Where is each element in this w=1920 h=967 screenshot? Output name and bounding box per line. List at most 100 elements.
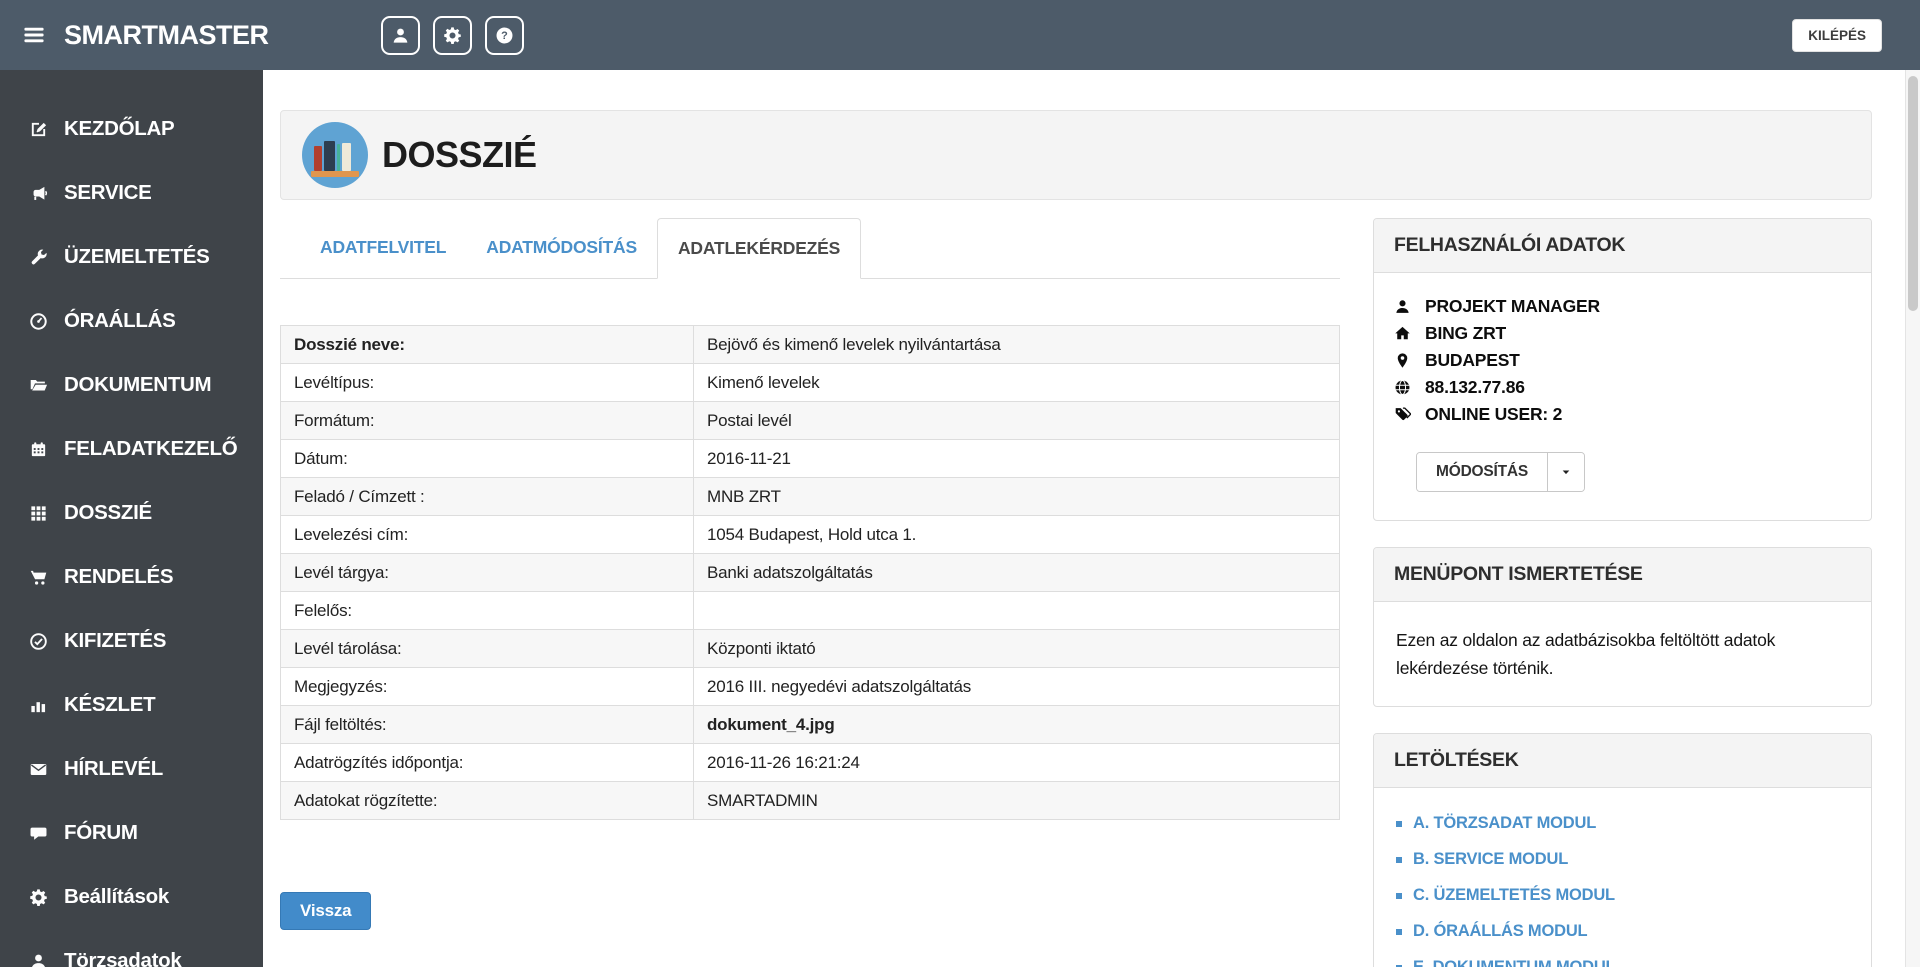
record-label: Feladó / Címzett : bbox=[280, 477, 694, 516]
user-info-item: BUDAPEST bbox=[1394, 347, 1851, 374]
record-row: Feladó / Címzett : MNB ZRT bbox=[280, 477, 1340, 516]
profile-button[interactable] bbox=[380, 15, 420, 55]
sidebar-item[interactable]: FÓRUM bbox=[0, 801, 263, 865]
download-link[interactable]: B. SERVICE MODUL bbox=[1413, 850, 1568, 869]
record-row: Adatokat rögzítette: SMARTADMIN bbox=[280, 781, 1340, 820]
sidebar-item[interactable]: Törzsadatok bbox=[0, 929, 263, 967]
sidebar-item-label: RENDELÉS bbox=[64, 565, 174, 588]
user-info-text: BING ZRT bbox=[1425, 323, 1507, 343]
bullet-icon bbox=[1396, 856, 1402, 863]
sidebar-item[interactable]: DOKUMENTUM bbox=[0, 353, 263, 417]
page-header: DOSSZIÉ bbox=[280, 110, 1872, 200]
record-row: Megjegyzés: 2016 III. negyedévi adatszol… bbox=[280, 667, 1340, 706]
record-value: MNB ZRT bbox=[693, 477, 1340, 516]
downloads-list: A. TÖRZSADAT MODUL B. SERVICE MODUL C. Ü… bbox=[1394, 808, 1851, 967]
sidebar-item[interactable]: KEZDŐLAP bbox=[0, 97, 263, 161]
sidebar-item-label: ÜZEMELTETÉS bbox=[64, 245, 210, 268]
check-circle-icon bbox=[25, 632, 51, 651]
record-label: Adatrögzítés időpontja: bbox=[280, 743, 694, 782]
modify-dropdown-toggle[interactable] bbox=[1547, 453, 1585, 491]
right-column: FELHASZNÁLÓI ADATOK PROJEKT MANAGER BING… bbox=[1373, 218, 1872, 967]
user-info-list: PROJEKT MANAGER BING ZRT BUDAPEST 88.132… bbox=[1394, 293, 1851, 428]
record-label: Levéltípus: bbox=[280, 363, 694, 402]
settings-button[interactable] bbox=[432, 15, 472, 55]
record-row: Adatrögzítés időpontja: 2016-11-26 16:21… bbox=[280, 743, 1340, 782]
record-row: Levelezési cím: 1054 Budapest, Hold utca… bbox=[280, 515, 1340, 554]
help-button[interactable]: ? bbox=[484, 15, 524, 55]
top-navbar: SMARTMASTER ? KILÉPÉS bbox=[0, 0, 1920, 70]
globe-icon bbox=[1394, 379, 1416, 396]
tab[interactable]: ADATLEKÉRDEZÉS bbox=[656, 218, 862, 279]
menu-toggle-icon[interactable] bbox=[22, 23, 46, 47]
user-info-item: PROJEKT MANAGER bbox=[1394, 293, 1851, 320]
sidebar-item-label: KÉSZLET bbox=[64, 693, 156, 716]
gear-icon bbox=[443, 26, 462, 45]
user-info-item: 88.132.77.86 bbox=[1394, 374, 1851, 401]
cart-icon bbox=[25, 568, 51, 587]
sidebar-item[interactable]: RENDELÉS bbox=[0, 545, 263, 609]
sidebar-item[interactable]: SERVICE bbox=[0, 161, 263, 225]
user-data-panel: FELHASZNÁLÓI ADATOK PROJEKT MANAGER BING… bbox=[1373, 218, 1872, 521]
download-link[interactable]: D. ÓRAÁLLÁS MODUL bbox=[1413, 922, 1588, 941]
user-info-item: BING ZRT bbox=[1394, 320, 1851, 347]
user-data-panel-title: FELHASZNÁLÓI ADATOK bbox=[1374, 219, 1871, 273]
svg-text:?: ? bbox=[501, 30, 508, 42]
calendar-icon bbox=[25, 440, 51, 459]
user-icon bbox=[1394, 298, 1416, 315]
sidebar-item[interactable]: Beállítások bbox=[0, 865, 263, 929]
sidebar-item[interactable]: DOSSZIÉ bbox=[0, 481, 263, 545]
download-link[interactable]: A. TÖRZSADAT MODUL bbox=[1413, 814, 1596, 833]
wrench-icon bbox=[25, 248, 51, 267]
record-label: Felelős: bbox=[280, 591, 694, 630]
dossier-books-icon bbox=[302, 122, 368, 188]
home-icon bbox=[1394, 325, 1416, 342]
modify-button[interactable]: MÓDOSÍTÁS bbox=[1417, 453, 1548, 491]
sidebar-item-label: FÓRUM bbox=[64, 821, 138, 844]
sidebar-item[interactable]: FELADATKEZELŐ bbox=[0, 417, 263, 481]
downloads-panel-title: LETÖLTÉSEK bbox=[1374, 734, 1871, 788]
grid-icon bbox=[25, 504, 51, 523]
record-label: Levél tárolása: bbox=[280, 629, 694, 668]
envelope-icon bbox=[25, 760, 51, 779]
gear-icon bbox=[25, 888, 51, 907]
app-root: SMARTMASTER ? KILÉPÉS KEZDŐLAP SERVICE Ü… bbox=[0, 0, 1920, 967]
sidebar-item-label: FELADATKEZELŐ bbox=[64, 437, 238, 460]
user-info-text: ONLINE USER: 2 bbox=[1425, 404, 1563, 424]
back-button[interactable]: Vissza bbox=[280, 892, 372, 930]
sidebar-item[interactable]: KÉSZLET bbox=[0, 673, 263, 737]
download-item: B. SERVICE MODUL bbox=[1396, 850, 1849, 869]
tab[interactable]: ADATFELVITEL bbox=[300, 218, 466, 279]
caret-down-icon bbox=[1560, 466, 1572, 478]
sidebar-item[interactable]: ÓRAÁLLÁS bbox=[0, 289, 263, 353]
record-label: Levelezési cím: bbox=[280, 515, 694, 554]
sidebar-item-label: DOSSZIÉ bbox=[64, 501, 152, 524]
tab-label: ADATLEKÉRDEZÉS bbox=[677, 238, 841, 258]
comment-icon bbox=[25, 824, 51, 843]
sidebar-item-label: DOKUMENTUM bbox=[64, 373, 212, 396]
tab[interactable]: ADATMÓDOSÍTÁS bbox=[466, 218, 657, 279]
page-scrollbar[interactable] bbox=[1905, 70, 1920, 967]
sidebar-item-label: SERVICE bbox=[64, 181, 152, 204]
record-value: 2016-11-26 16:21:24 bbox=[693, 743, 1340, 782]
bullet-icon bbox=[1396, 892, 1402, 899]
menu-info-panel: MENÜPONT ISMERTETÉSE Ezen az oldalon az … bbox=[1373, 547, 1872, 707]
record-value[interactable]: dokument_4.jpg bbox=[693, 705, 1340, 744]
user-info-text: BUDAPEST bbox=[1425, 350, 1520, 370]
sidebar-item[interactable]: HÍRLEVÉL bbox=[0, 737, 263, 801]
download-link[interactable]: E. DOKUMENTUM MODUL bbox=[1413, 958, 1616, 967]
user-info-text: PROJEKT MANAGER bbox=[1425, 296, 1600, 316]
record-label: Megjegyzés: bbox=[280, 667, 694, 706]
tab-label: ADATFELVITEL bbox=[320, 237, 447, 257]
sidebar-item-label: Törzsadatok bbox=[64, 949, 182, 967]
record-row: Levél tárgya: Banki adatszolgáltatás bbox=[280, 553, 1340, 592]
record-label: Fájl feltöltés: bbox=[280, 705, 694, 744]
scrollbar-thumb[interactable] bbox=[1908, 76, 1918, 311]
download-link[interactable]: C. ÜZEMELTETÉS MODUL bbox=[1413, 886, 1615, 905]
sidebar-item[interactable]: KIFIZETÉS bbox=[0, 609, 263, 673]
pencil-square-icon bbox=[25, 120, 51, 139]
record-value: SMARTADMIN bbox=[693, 781, 1340, 820]
sidebar-item[interactable]: ÜZEMELTETÉS bbox=[0, 225, 263, 289]
record-table: Dosszié neve: Bejövő és kimenő levelek n… bbox=[280, 325, 1340, 820]
record-label: Dátum: bbox=[280, 439, 694, 478]
logout-button[interactable]: KILÉPÉS bbox=[1792, 18, 1882, 52]
